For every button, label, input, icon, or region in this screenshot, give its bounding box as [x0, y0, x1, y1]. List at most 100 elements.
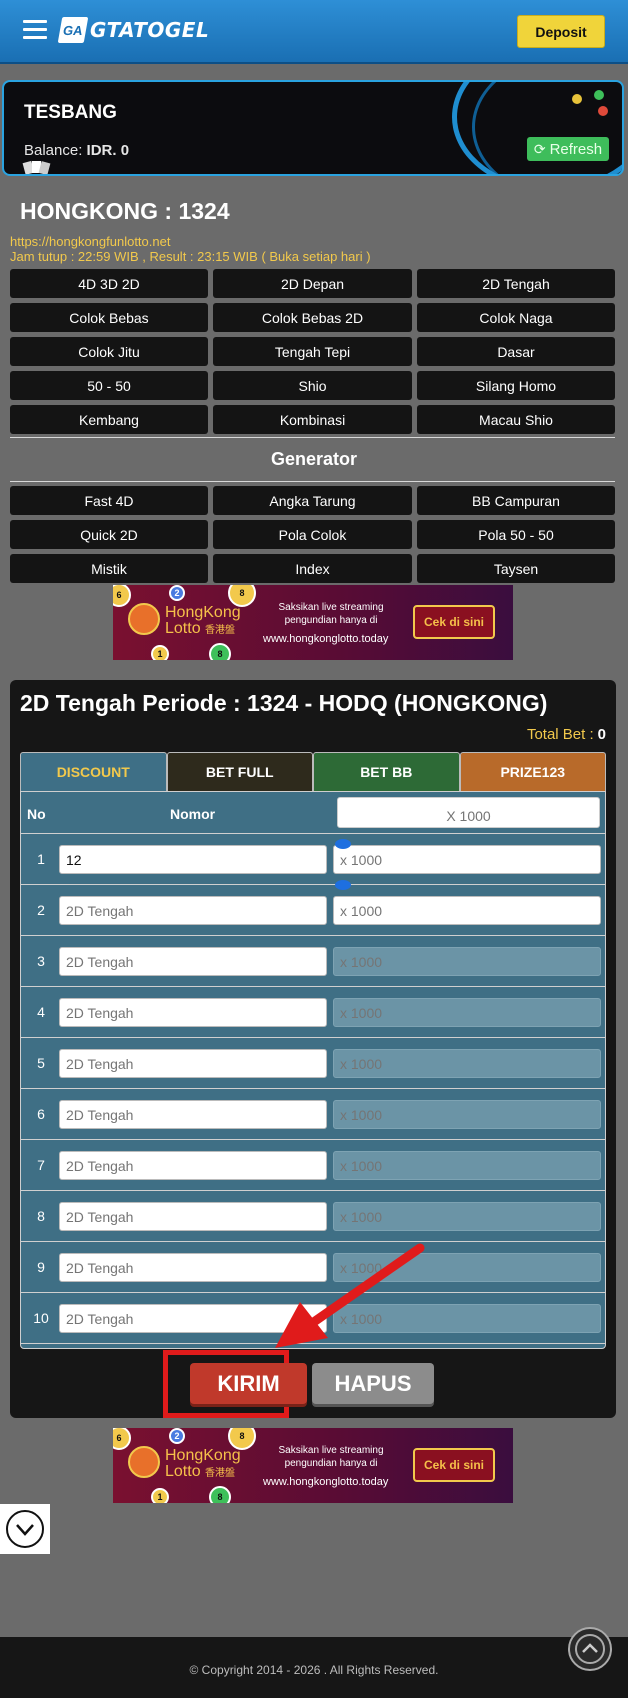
- lotto-ball-icon: 8: [209, 1486, 231, 1503]
- banner-brand-line2: Lotto: [165, 620, 201, 637]
- market-title: HONGKONG : 1324: [20, 198, 230, 224]
- banner-cta-button[interactable]: Cek di sini: [413, 1448, 495, 1482]
- game-btn-2d-depan[interactable]: 2D Depan: [213, 269, 412, 298]
- banner-brand-sub: 香港盤: [205, 625, 236, 636]
- banner-brand: HongKong Lotto 香港盤: [165, 605, 241, 639]
- banner-cta-button[interactable]: Cek di sini: [413, 605, 495, 639]
- lotto-ball-icon: 6: [113, 585, 131, 607]
- game-btn-2d-tengah[interactable]: 2D Tengah: [417, 269, 615, 298]
- market-hours: Jam tutup : 22:59 WIB , Result : 23:15 W…: [10, 249, 371, 264]
- account-card: TESBANG Balance: IDR. 0 ⟳ Refresh: [2, 80, 624, 176]
- number-input[interactable]: [59, 1100, 327, 1129]
- table-row: 8: [21, 1191, 605, 1242]
- decor-ball-icon: [594, 90, 604, 100]
- number-input[interactable]: [59, 1151, 327, 1180]
- market-url-link[interactable]: https://hongkongfunlotto.net: [10, 234, 170, 249]
- hapus-clear-button[interactable]: HAPUS: [312, 1363, 434, 1404]
- row-number: 9: [37, 1259, 45, 1275]
- tab-bet-full[interactable]: BET FULL: [166, 752, 313, 791]
- gen-btn-angka-tarung[interactable]: Angka Tarung: [213, 486, 412, 515]
- hamburger-menu-icon[interactable]: [23, 20, 47, 40]
- footer: © Copyright 2014 - 2026 . All Rights Res…: [0, 1637, 628, 1698]
- gen-btn-quick-2d[interactable]: Quick 2D: [10, 520, 208, 549]
- banner-brand-sub: 香港盤: [205, 1468, 236, 1479]
- bet-amount-input[interactable]: [333, 896, 601, 925]
- lotto-ball-icon: 1: [151, 645, 169, 660]
- promo-banner[interactable]: 6 2 8 1 8 HongKong Lotto 香港盤 Saksikan li…: [113, 1428, 513, 1503]
- copyright-text: © Copyright 2014 - 2026 . All Rights Res…: [189, 1663, 439, 1677]
- divider: [10, 437, 615, 438]
- banner-brand: HongKong Lotto 香港盤: [165, 1448, 241, 1482]
- site-logo[interactable]: GA GTATOGEL: [57, 16, 210, 44]
- divider: [10, 481, 615, 482]
- refresh-balance-button[interactable]: ⟳ Refresh: [527, 137, 609, 161]
- banner-brand-line2: Lotto: [165, 1463, 201, 1480]
- bet-amount-input[interactable]: [333, 845, 601, 874]
- tab-bet-bb[interactable]: BET BB: [313, 752, 460, 791]
- row-number: 4: [37, 1004, 45, 1020]
- number-input[interactable]: [59, 998, 327, 1027]
- kirim-submit-button[interactable]: KIRIM: [190, 1363, 307, 1404]
- lotto-ball-icon: 6: [113, 1428, 131, 1450]
- game-btn-dasar[interactable]: Dasar: [417, 337, 615, 366]
- lotto-ball-icon: 1: [151, 1488, 169, 1503]
- refresh-icon: ⟳: [533, 140, 546, 157]
- scroll-to-top-button[interactable]: [568, 1627, 612, 1671]
- hongkong-lotto-logo-icon: [128, 603, 160, 635]
- game-btn-colok-jitu[interactable]: Colok Jitu: [10, 337, 208, 366]
- gen-btn-bb-campuran[interactable]: BB Campuran: [417, 486, 615, 515]
- selection-handle-bottom[interactable]: [335, 880, 351, 890]
- game-btn-4d3d2d[interactable]: 4D 3D 2D: [10, 269, 208, 298]
- game-btn-50-50[interactable]: 50 - 50: [10, 371, 208, 400]
- game-btn-tengah-tepi[interactable]: Tengah Tepi: [213, 337, 412, 366]
- number-input[interactable]: [59, 896, 327, 925]
- gen-btn-mistik[interactable]: Mistik: [10, 554, 208, 583]
- number-input[interactable]: [59, 1049, 327, 1078]
- refresh-label: Refresh: [549, 140, 603, 158]
- bet-amount-input: [333, 998, 601, 1027]
- table-row: 5: [21, 1038, 605, 1089]
- total-bet-label: Total Bet :: [526, 726, 594, 743]
- banner-site: www.hongkonglotto.today: [263, 633, 389, 645]
- banner-site: www.hongkonglotto.today: [263, 1476, 389, 1488]
- column-header-no: No: [27, 806, 46, 822]
- game-btn-colok-bebas-2d[interactable]: Colok Bebas 2D: [213, 303, 412, 332]
- generator-title: Generator: [270, 449, 358, 469]
- row-number: 2: [37, 902, 45, 918]
- row-number: 8: [37, 1208, 45, 1224]
- decor-ball-icon: [572, 94, 582, 104]
- tab-prize123[interactable]: PRIZE123: [459, 752, 606, 791]
- game-btn-kembang[interactable]: Kembang: [10, 405, 208, 434]
- banner-brand-line1: HongKong: [165, 604, 241, 621]
- tab-discount[interactable]: DISCOUNT: [20, 752, 167, 791]
- chevron-down-icon: [6, 1510, 44, 1548]
- table-row: 1: [21, 834, 605, 885]
- number-input[interactable]: [59, 845, 327, 874]
- gen-btn-pola-50-50[interactable]: Pola 50 - 50: [417, 520, 615, 549]
- number-input[interactable]: [59, 947, 327, 976]
- promo-banner[interactable]: 6 2 8 1 8 HongKong Lotto 香港盤 Saksikan li…: [113, 585, 513, 660]
- gen-btn-index[interactable]: Index: [213, 554, 412, 583]
- game-btn-kombinasi[interactable]: Kombinasi: [213, 405, 412, 434]
- bet-amount-input: [333, 1049, 601, 1078]
- bet-all-input[interactable]: [337, 797, 600, 828]
- game-btn-colok-bebas[interactable]: Colok Bebas: [10, 303, 208, 332]
- selection-handle-top[interactable]: [335, 839, 351, 849]
- table-row: 6: [21, 1089, 605, 1140]
- decor-ball-icon: [598, 106, 608, 116]
- table-row: 3: [21, 936, 605, 987]
- number-input[interactable]: [59, 1202, 327, 1231]
- bet-amount-input: [333, 1151, 601, 1180]
- gen-btn-pola-colok[interactable]: Pola Colok: [213, 520, 412, 549]
- game-btn-macau-shio[interactable]: Macau Shio: [417, 405, 615, 434]
- gen-btn-taysen[interactable]: Taysen: [417, 554, 615, 583]
- game-btn-silang-homo[interactable]: Silang Homo: [417, 371, 615, 400]
- deposit-button[interactable]: Deposit: [517, 15, 605, 48]
- gen-btn-fast-4d[interactable]: Fast 4D: [10, 486, 208, 515]
- row-number: 10: [33, 1310, 49, 1326]
- game-btn-colok-naga[interactable]: Colok Naga: [417, 303, 615, 332]
- scroll-down-button[interactable]: [0, 1504, 50, 1554]
- bet-amount-input: [333, 947, 601, 976]
- logo-text: GTATOGEL: [90, 18, 210, 42]
- game-btn-shio[interactable]: Shio: [213, 371, 412, 400]
